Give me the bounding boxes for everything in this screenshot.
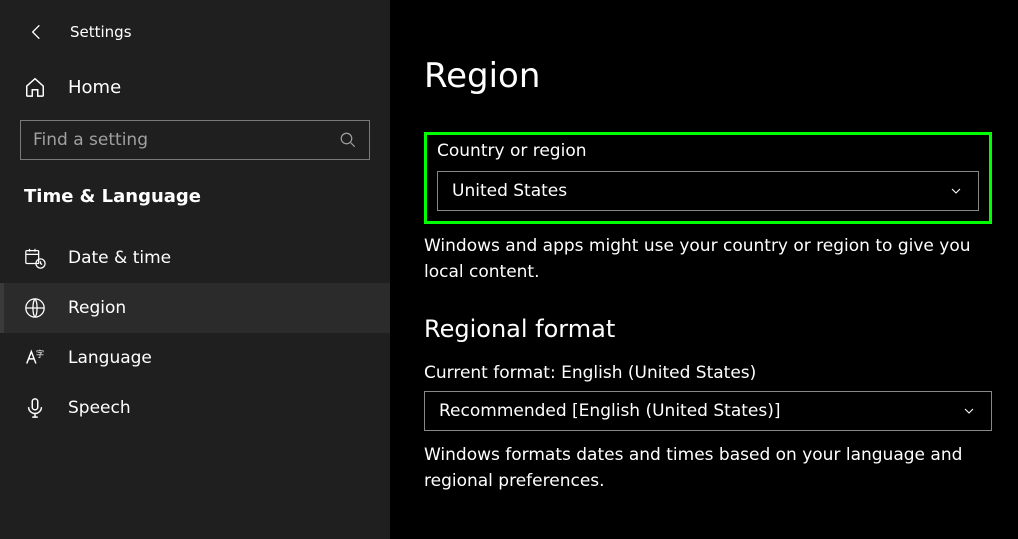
country-dropdown-value: United States: [452, 181, 567, 201]
format-dropdown-value: Recommended [English (United States)]: [439, 401, 781, 421]
sidebar-item-label: Language: [68, 348, 152, 368]
home-icon: [24, 76, 46, 98]
search-box[interactable]: [20, 120, 370, 160]
sidebar-item-label: Region: [68, 298, 126, 318]
format-dropdown[interactable]: Recommended [English (United States)]: [424, 391, 992, 431]
search-input[interactable]: [33, 130, 339, 150]
back-button[interactable]: [24, 20, 48, 44]
current-format-label: Current format: English (United States): [424, 363, 992, 383]
back-arrow-icon: [26, 22, 46, 42]
highlight-annotation: Country or region United States: [424, 132, 992, 224]
search-icon: [339, 131, 357, 149]
chevron-down-icon: [961, 403, 977, 419]
sidebar-item-date-time[interactable]: Date & time: [0, 233, 390, 283]
page-title: Region: [424, 56, 992, 96]
globe-icon: [24, 297, 46, 319]
chevron-down-icon: [948, 183, 964, 199]
header-row: Settings: [0, 0, 390, 50]
home-label: Home: [68, 77, 121, 98]
sidebar-item-region[interactable]: Region: [0, 283, 390, 333]
sidebar-item-speech[interactable]: Speech: [0, 383, 390, 433]
country-dropdown[interactable]: United States: [437, 171, 979, 211]
nav-list: Date & time Region 字 Language Speech: [0, 233, 390, 433]
calendar-clock-icon: [24, 247, 46, 269]
sidebar-item-label: Speech: [68, 398, 131, 418]
sidebar-item-label: Date & time: [68, 248, 171, 268]
country-label: Country or region: [437, 141, 979, 161]
sidebar-item-language[interactable]: 字 Language: [0, 333, 390, 383]
format-description: Windows formats dates and times based on…: [424, 443, 992, 494]
main-content: Region Country or region United States W…: [390, 0, 1018, 539]
country-description: Windows and apps might use your country …: [424, 234, 992, 285]
home-nav[interactable]: Home: [0, 66, 390, 108]
sidebar: Settings Home Time & Language Date & tim…: [0, 0, 390, 539]
sidebar-group-title: Time & Language: [0, 160, 390, 217]
settings-title: Settings: [70, 23, 132, 41]
microphone-icon: [24, 397, 46, 419]
language-icon: 字: [24, 347, 46, 369]
svg-text:字: 字: [36, 349, 44, 359]
regional-format-heading: Regional format: [424, 315, 992, 343]
